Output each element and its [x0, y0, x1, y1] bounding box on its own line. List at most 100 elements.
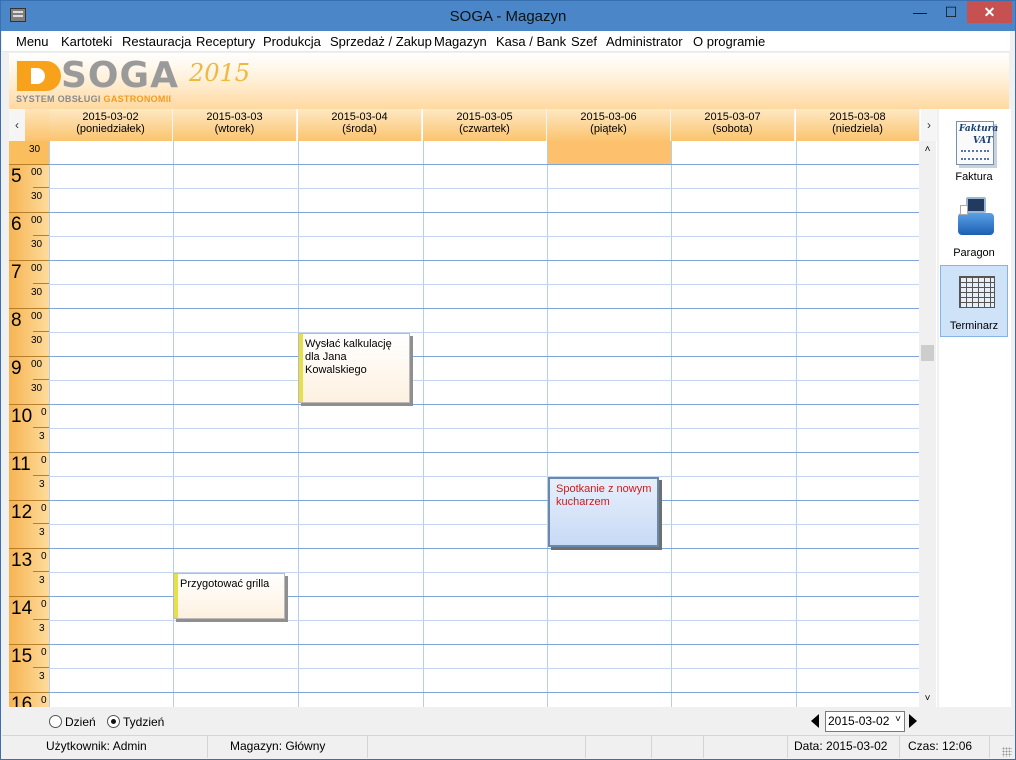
- scroll-up-button[interactable]: ˄: [919, 141, 936, 158]
- logo-tagline-main: SYSTEM OBSŁUGI: [16, 94, 104, 104]
- day-header[interactable]: 2015-03-04 (środa): [298, 109, 422, 141]
- status-empty: [704, 736, 788, 758]
- prev-date-arrow-icon[interactable]: [811, 714, 819, 728]
- day-header-name: (czwartek): [459, 123, 510, 135]
- menu-item-menu[interactable]: Menu: [16, 34, 49, 49]
- day-header[interactable]: 2015-03-05 (czwartek): [423, 109, 547, 141]
- half-hour-label: 30: [29, 144, 41, 155]
- time-grid[interactable]: 30 5 00 30 6 00 30 7 00 30 8 00 30 9 00 30 10 0 3 11 0 3 12 0 3…: [9, 141, 921, 707]
- half-hour-label: 3: [39, 575, 45, 586]
- day-header-date: 2015-03-03: [206, 111, 263, 123]
- menu-item-sprzedaz-zakup[interactable]: Sprzedaż / Zakup: [330, 34, 432, 49]
- half-hour-line: [49, 332, 921, 333]
- hour-number: 6: [11, 214, 22, 235]
- menu-item-receptury[interactable]: Receptury: [196, 34, 255, 49]
- hour-number: 10: [11, 406, 33, 427]
- status-user-label: Użytkownik:: [46, 739, 111, 753]
- event-card[interactable]: Wysłać kalkulację dla Jana Kowalskiego: [298, 333, 410, 403]
- next-date-arrow-icon[interactable]: [909, 714, 917, 728]
- calendar-scrollbar[interactable]: ˄ ˅: [919, 141, 936, 707]
- menu-item-szef[interactable]: Szef: [571, 34, 597, 49]
- status-date-label: Data:: [794, 739, 823, 753]
- status-date-value: 2015-03-02: [826, 739, 888, 753]
- status-store: Magazyn: Główny: [208, 736, 368, 758]
- hour-line: [49, 644, 921, 645]
- hour-line: [49, 212, 921, 213]
- week-view-radio[interactable]: [107, 715, 120, 728]
- day-header-date: 2015-03-07: [704, 111, 761, 123]
- menu-item-administrator[interactable]: Administrator: [606, 34, 683, 49]
- chevron-down-icon[interactable]: ˅: [895, 714, 901, 725]
- faktura-button[interactable]: Faktura VAT Faktura: [940, 115, 1008, 187]
- quick-launch-sidebar: Faktura VAT Faktura Paragon Terminarz: [939, 109, 1011, 707]
- terminarz-button[interactable]: Terminarz: [940, 265, 1008, 337]
- hour-number: 12: [11, 502, 33, 523]
- maximize-button[interactable]: ☐: [937, 1, 965, 23]
- scroll-thumb[interactable]: [921, 345, 934, 361]
- day-view-label[interactable]: Dzień: [65, 715, 96, 729]
- terminarz-label: Terminarz: [949, 320, 999, 332]
- calendar-grid-icon: [959, 276, 995, 308]
- day-header-name: (środa): [342, 123, 377, 135]
- half-hour-label: 30: [31, 191, 43, 202]
- day-header[interactable]: 2015-03-07 (sobota): [671, 109, 795, 141]
- app-window: SOGA - Magazyn — ☐ ✕ Menu Kartoteki Rest…: [0, 0, 1016, 760]
- status-empty: [586, 736, 652, 758]
- invoice-icon-text: Faktura: [959, 124, 999, 134]
- day-headers: 2015-03-02 (poniedziałek) 2015-03-03 (wtor…: [49, 109, 921, 141]
- logo-mark-icon: [17, 61, 61, 91]
- prev-days-button[interactable]: ‹: [9, 109, 25, 141]
- hour-label: 10 0 3: [11, 404, 49, 452]
- half-hour-label: 3: [39, 671, 45, 682]
- day-header[interactable]: 2015-03-03 (wtorek): [173, 109, 297, 141]
- minute-label: 00: [31, 167, 43, 178]
- hour-label: 13 0 3: [11, 548, 49, 596]
- menu-item-restauracja[interactable]: Restauracja: [122, 34, 191, 49]
- hour-label: 14 0 3: [11, 596, 49, 644]
- status-store-value: Główny: [285, 739, 326, 753]
- scroll-down-button[interactable]: ˅: [919, 690, 936, 707]
- event-card[interactable]: Przygotować grilla: [173, 573, 285, 619]
- status-bar: Użytkownik: Admin Magazyn: Główny Data: …: [2, 735, 1014, 759]
- half-hour-line: [49, 668, 921, 669]
- logo-banner: SOGA 2015 SYSTEM OBSŁUGI GASTRONOMII: [9, 53, 1009, 109]
- hour-number: 16: [11, 694, 33, 707]
- minute-label: 0: [41, 599, 47, 610]
- invoice-icon: Faktura VAT: [956, 121, 998, 165]
- day-header-name: (piątek): [590, 123, 627, 135]
- day-header-date: 2015-03-05: [456, 111, 513, 123]
- day-view-radio[interactable]: [49, 715, 62, 728]
- next-days-button[interactable]: ›: [921, 109, 937, 141]
- close-button[interactable]: ✕: [967, 1, 1012, 23]
- menu-item-magazyn[interactable]: Magazyn: [434, 34, 487, 49]
- half-hour-line: [49, 620, 921, 621]
- event-card[interactable]: Spotkanie z nowym kucharzem: [548, 477, 659, 547]
- day-header[interactable]: 2015-03-08 (niedziela): [796, 109, 920, 141]
- status-empty: [368, 736, 586, 758]
- minute-label: 0: [41, 455, 47, 466]
- half-hour-line: [49, 428, 921, 429]
- resize-grip-icon[interactable]: [1002, 747, 1012, 757]
- day-header[interactable]: 2015-03-02 (poniedziałek): [49, 109, 173, 141]
- paragon-button[interactable]: Paragon: [940, 191, 1008, 263]
- week-view-label[interactable]: Tydzień: [123, 715, 164, 729]
- hour-label: 16 0: [11, 692, 47, 707]
- menu-item-o-programie[interactable]: O programie: [693, 34, 765, 49]
- minimize-button[interactable]: —: [906, 1, 934, 23]
- menu-item-kasa-bank[interactable]: Kasa / Bank: [496, 34, 566, 49]
- day-column-divider: [298, 141, 299, 707]
- day-column-divider: [49, 141, 50, 707]
- selected-time-slot[interactable]: [547, 141, 671, 164]
- half-hour-label: 30: [31, 335, 43, 346]
- menu-item-kartoteki[interactable]: Kartoteki: [61, 34, 112, 49]
- minute-label: 0: [41, 695, 47, 706]
- menu-item-produkcja[interactable]: Produkcja: [263, 34, 321, 49]
- hour-number: 5: [11, 166, 22, 187]
- day-column-divider: [547, 141, 548, 707]
- day-header[interactable]: 2015-03-06 (piątek): [547, 109, 671, 141]
- half-hour-label: 3: [39, 479, 45, 490]
- half-hour-line: [49, 188, 921, 189]
- status-user: Użytkownik: Admin: [2, 736, 208, 758]
- date-picker[interactable]: 2015-03-02 ˅: [825, 711, 905, 732]
- view-controls: Dzień Tydzień 2015-03-02 ˅: [9, 709, 1009, 735]
